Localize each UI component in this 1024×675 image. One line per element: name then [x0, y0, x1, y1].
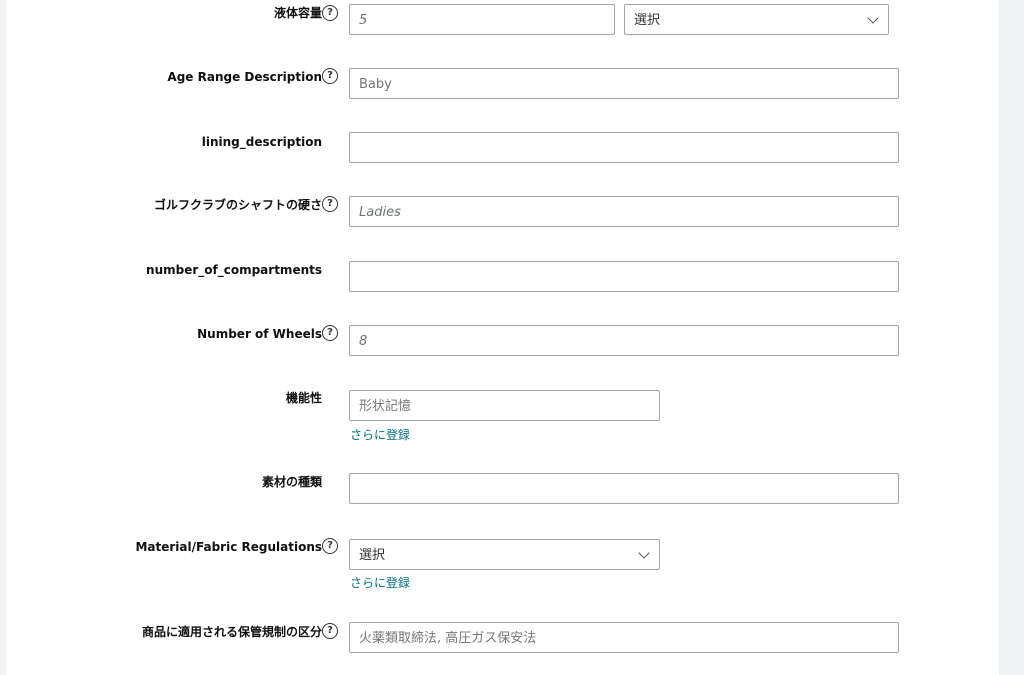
field-label: Number of Wheels — [197, 327, 322, 341]
functionality-input[interactable]: 形状記憶 — [349, 390, 660, 421]
wheels-input[interactable]: 8 — [349, 325, 899, 356]
help-icon[interactable]: ? — [322, 325, 338, 341]
help-icon[interactable]: ? — [322, 538, 338, 554]
field-label: 商品に適用される保管規制の区分 — [141, 625, 322, 639]
form-panel: 液体容量 ? 5 選択 Age Range Description ? Baby… — [6, 0, 999, 675]
help-icon[interactable]: ? — [322, 623, 338, 639]
chevron-down-icon — [867, 12, 879, 24]
field-label: Material/Fabric Regulations — [135, 540, 322, 554]
select-value: 選択 — [634, 13, 661, 28]
field-label: 素材の種類 — [261, 475, 322, 489]
field-label: number_of_compartments — [146, 263, 322, 277]
field-label: 機能性 — [285, 391, 322, 405]
liquid-volume-unit-select[interactable]: 選択 — [624, 4, 889, 35]
golf-shaft-flex-input[interactable]: Ladies — [349, 196, 899, 227]
select-value: 選択 — [359, 548, 386, 563]
liquid-volume-input[interactable]: 5 — [349, 4, 615, 35]
field-label: Age Range Description — [167, 70, 322, 84]
chevron-down-icon — [638, 547, 650, 559]
age-range-input[interactable]: Baby — [349, 68, 899, 99]
add-more-link[interactable]: さらに登録 — [350, 574, 410, 591]
add-more-link[interactable]: さらに登録 — [350, 426, 410, 443]
field-label: lining_description — [201, 135, 322, 149]
fabric-regulations-select[interactable]: 選択 — [349, 539, 660, 570]
help-icon[interactable]: ? — [322, 196, 338, 212]
material-type-input[interactable] — [349, 473, 899, 504]
field-label: 液体容量 — [273, 6, 322, 20]
field-label: ゴルフクラブのシャフトの硬さ — [153, 198, 322, 212]
storage-regulations-input[interactable]: 火薬類取締法, 高圧ガス保安法 — [349, 622, 899, 653]
lining-description-input[interactable] — [349, 132, 899, 163]
compartments-input[interactable] — [349, 261, 899, 292]
help-icon[interactable]: ? — [322, 5, 338, 21]
help-icon[interactable]: ? — [322, 68, 338, 84]
